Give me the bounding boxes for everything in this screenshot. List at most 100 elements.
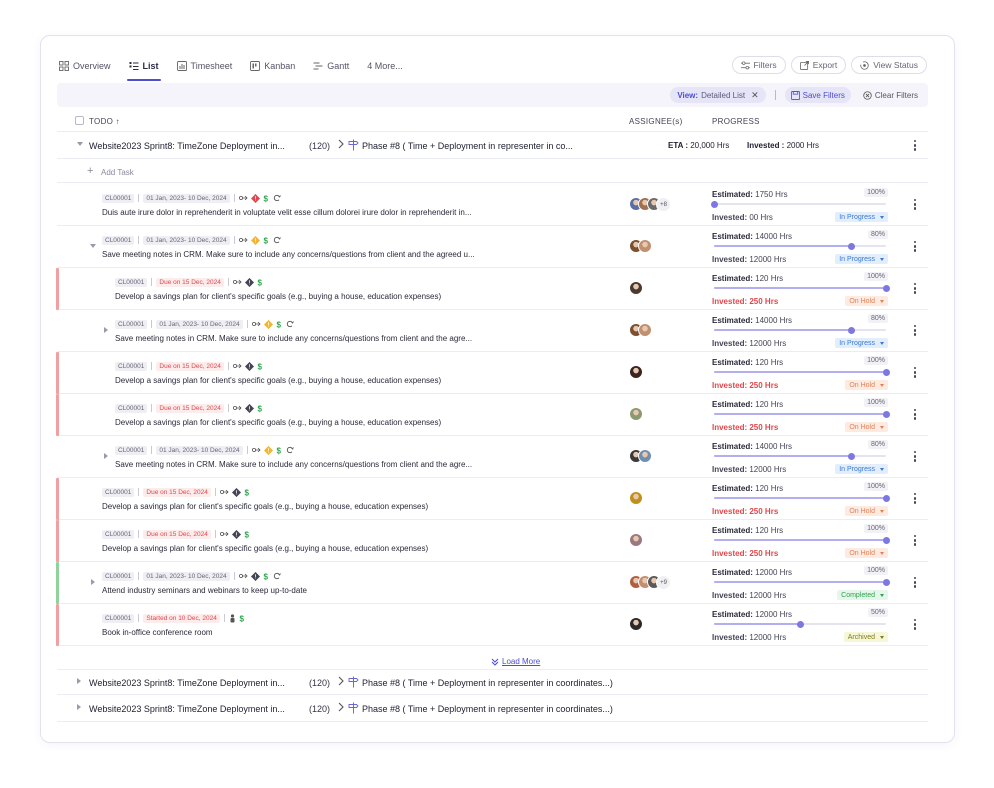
assignee-avatars[interactable]: +9: [629, 575, 671, 590]
progress-handle[interactable]: [882, 494, 890, 502]
progress-slider[interactable]: [714, 368, 890, 376]
dollar-icon[interactable]: $: [239, 614, 246, 623]
sync-icon[interactable]: [286, 446, 294, 454]
avatar[interactable]: [629, 281, 643, 295]
progress-slider[interactable]: [714, 620, 886, 628]
progress-slider[interactable]: [714, 494, 890, 502]
filters-button[interactable]: Filters: [731, 56, 786, 74]
branch-icon[interactable]: [238, 194, 248, 202]
branch-icon[interactable]: [251, 446, 261, 454]
more-options-icon[interactable]: [914, 241, 917, 254]
branch-icon[interactable]: [232, 404, 242, 412]
assignee-avatars[interactable]: [629, 617, 643, 631]
branch-icon[interactable]: [232, 278, 242, 286]
dollar-icon[interactable]: $: [263, 572, 270, 581]
progress-handle[interactable]: [848, 242, 856, 250]
more-assignees-badge[interactable]: +8: [656, 197, 671, 212]
export-button[interactable]: Export: [790, 56, 847, 74]
table-row[interactable]: CL00001 Due on 15 Dec, 2024 $ Develop a sav…: [56, 394, 928, 436]
avatar[interactable]: [638, 323, 652, 337]
add-task-button[interactable]: + Add Task: [57, 162, 928, 183]
more-options-icon[interactable]: [914, 367, 917, 380]
assignee-avatars[interactable]: [629, 533, 643, 547]
more-options-icon[interactable]: [914, 140, 917, 153]
progress-slider[interactable]: [710, 200, 886, 208]
assignee-avatars[interactable]: [629, 491, 643, 505]
tab-timesheet[interactable]: Timesheet: [176, 56, 232, 76]
progress-handle[interactable]: [796, 620, 804, 628]
chevron-right-icon[interactable]: [77, 678, 81, 684]
column-todo[interactable]: TODO ↑: [89, 117, 120, 126]
progress-handle[interactable]: [848, 326, 856, 334]
sync-icon[interactable]: [273, 194, 281, 202]
alert-icon[interactable]: [244, 403, 254, 413]
dollar-icon[interactable]: $: [276, 446, 283, 455]
avatar[interactable]: [629, 491, 643, 505]
table-row[interactable]: CL00001 01 Jan, 2023- 10 Dec, 2024 $ Save m…: [57, 436, 928, 478]
dollar-icon[interactable]: $: [276, 320, 283, 329]
dollar-icon[interactable]: $: [257, 278, 264, 287]
table-row[interactable]: CL00001 01 Jan, 2023- 10 Dec, 2024 $ Save m…: [57, 310, 928, 352]
save-filters-button[interactable]: Save Filters: [784, 87, 851, 103]
branch-icon[interactable]: [219, 530, 229, 538]
table-row[interactable]: CL00001 01 Jan, 2023- 10 Dec, 2024 $ Save m…: [57, 226, 928, 268]
dollar-icon[interactable]: $: [263, 194, 270, 203]
branch-icon[interactable]: [232, 362, 242, 370]
progress-handle[interactable]: [882, 578, 890, 586]
alert-icon[interactable]: [250, 571, 260, 581]
view-chip[interactable]: View: Detailed List ✕: [670, 87, 766, 103]
select-all-checkbox[interactable]: [75, 116, 84, 125]
assignee-avatars[interactable]: +8: [629, 197, 671, 212]
status-dropdown[interactable]: Archived: [843, 632, 888, 642]
status-dropdown[interactable]: On Hold: [845, 296, 888, 306]
assignee-avatars[interactable]: [629, 239, 652, 253]
progress-handle[interactable]: [882, 536, 890, 544]
task-title[interactable]: Duis aute irure dolor in reprehenderit i…: [102, 208, 472, 217]
tab-gantt[interactable]: Gantt: [313, 56, 349, 76]
progress-handle[interactable]: [882, 284, 890, 292]
table-row[interactable]: CL00001 Due on 15 Dec, 2024 $ Develop a sav…: [56, 478, 928, 520]
chevron-right-icon[interactable]: [104, 327, 108, 333]
status-dropdown[interactable]: In Progress: [835, 254, 888, 264]
more-options-icon[interactable]: [914, 535, 917, 548]
table-row[interactable]: CL00001 Due on 15 Dec, 2024 $ Develop a sav…: [56, 352, 928, 394]
progress-slider[interactable]: [714, 536, 890, 544]
progress-slider[interactable]: [714, 242, 886, 250]
branch-icon[interactable]: [251, 320, 261, 328]
progress-handle[interactable]: [882, 410, 890, 418]
task-title[interactable]: Book in-office conference room: [102, 628, 213, 637]
status-dropdown[interactable]: On Hold: [845, 380, 888, 390]
sync-icon[interactable]: [273, 236, 281, 244]
alert-icon[interactable]: [263, 319, 273, 329]
chevron-right-icon[interactable]: [77, 704, 81, 710]
tab-list[interactable]: List: [126, 56, 161, 81]
avatar[interactable]: [638, 449, 652, 463]
task-title[interactable]: Save meeting notes in CRM. Make sure to …: [115, 334, 472, 343]
view-status-button[interactable]: View Status: [851, 56, 927, 74]
clear-filters-button[interactable]: Clear Filters: [863, 91, 918, 100]
progress-handle[interactable]: [710, 200, 718, 208]
status-dropdown[interactable]: Completed: [837, 590, 888, 600]
person-icon[interactable]: [229, 613, 236, 623]
assignee-avatars[interactable]: [629, 407, 643, 421]
progress-slider[interactable]: [714, 284, 890, 292]
table-row[interactable]: CL00001 01 Jan, 2023- 10 Dec, 2024 $ Attend…: [56, 562, 928, 604]
more-options-icon[interactable]: [914, 409, 917, 422]
task-title[interactable]: Develop a savings plan for client's spec…: [115, 418, 441, 427]
task-title[interactable]: Develop a savings plan for client's spec…: [115, 292, 441, 301]
dollar-icon[interactable]: $: [244, 530, 251, 539]
alert-icon[interactable]: [231, 487, 241, 497]
tab-kanban[interactable]: Kanban: [250, 56, 295, 76]
more-options-icon[interactable]: [914, 577, 917, 590]
chevron-down-icon[interactable]: [77, 142, 83, 146]
table-row[interactable]: CL00001 Started on 10 Dec, 2024 $ Book in-o…: [56, 604, 928, 646]
alert-icon[interactable]: [263, 445, 273, 455]
branch-icon[interactable]: [219, 488, 229, 496]
group-row-collapsed[interactable]: Website2023 Sprint8: TimeZone Deployment…: [57, 696, 928, 722]
assignee-avatars[interactable]: [629, 449, 652, 463]
status-dropdown[interactable]: In Progress: [835, 338, 888, 348]
avatar[interactable]: [629, 365, 643, 379]
task-title[interactable]: Attend industry seminars and webinars to…: [102, 586, 307, 595]
status-dropdown[interactable]: On Hold: [845, 548, 888, 558]
assignee-avatars[interactable]: [629, 323, 652, 337]
